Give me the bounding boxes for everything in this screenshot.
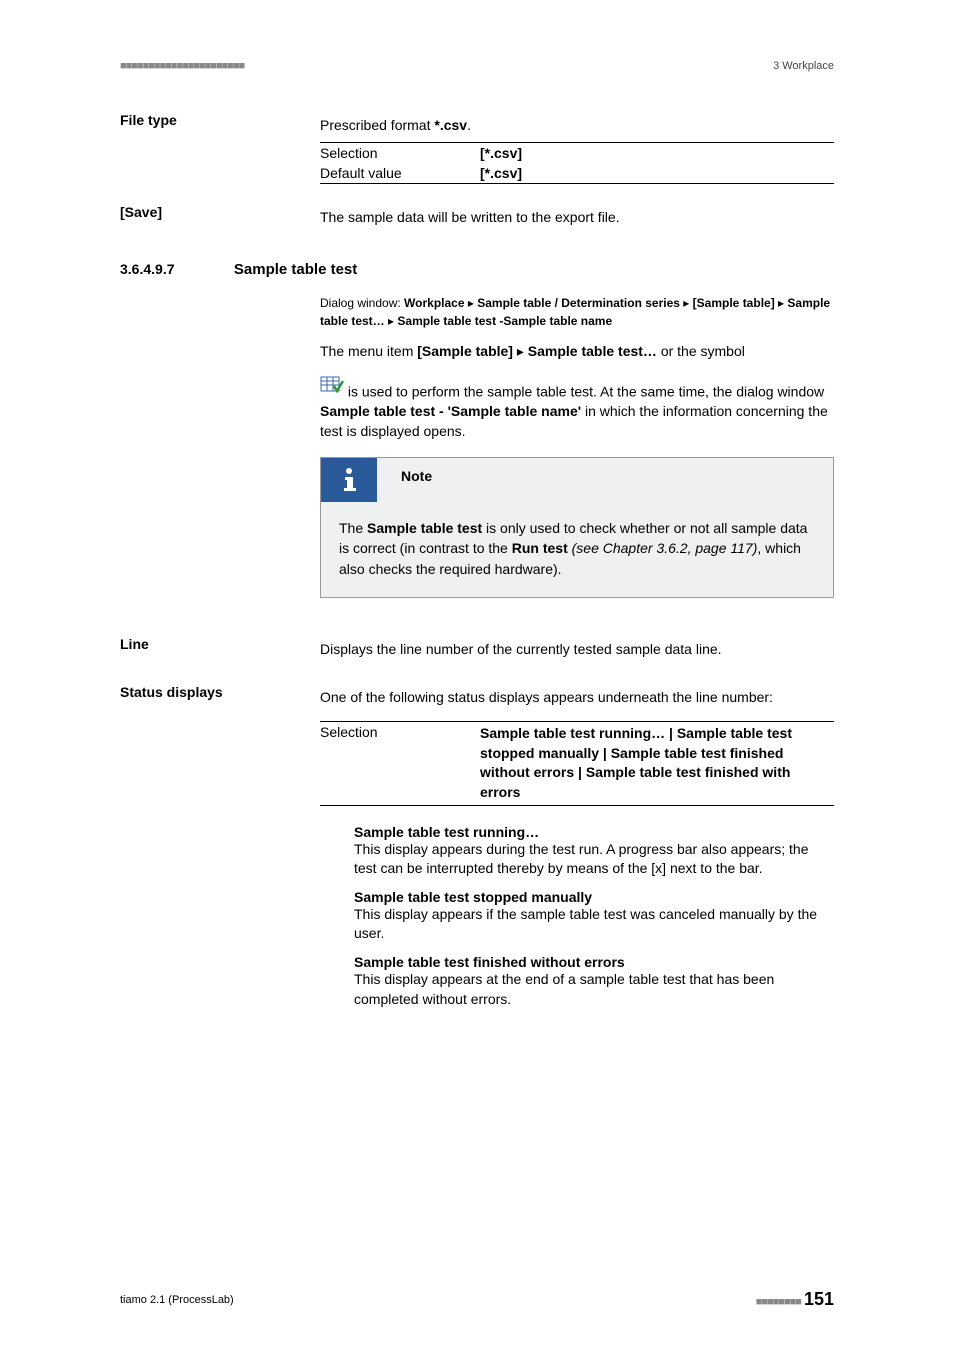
dialog-p1: Workplace (404, 296, 464, 310)
filetype-block: File type Prescribed format *.csv. Selec… (120, 112, 834, 202)
section-body: Dialog window: Workplace ▸ Sample table … (120, 286, 834, 618)
filetype-v1: [*.csv] (480, 165, 834, 181)
filetype-bold: *.csv (434, 117, 467, 133)
table-row: Selection [*.csv] (320, 143, 834, 163)
header-chapter: 3 Workplace (773, 60, 834, 72)
header-rule: ■■■■■■■■■■■■■■■■■■■■■■ (120, 60, 244, 72)
section-heading: 3.6.4.9.7 Sample table test (120, 261, 834, 278)
ml-a: The menu item (320, 343, 417, 359)
note-head: Note (321, 458, 815, 502)
ai-a: is used to perform the sample table test… (344, 383, 824, 399)
nb-d: Run test (512, 540, 568, 556)
ml-c: ▸ (513, 343, 528, 359)
table-row: Default value [*.csv] (320, 163, 834, 183)
note-box: Note The Sample table test is only used … (320, 457, 834, 598)
filetype-content: Prescribed format *.csv. Selection [*.cs… (320, 112, 834, 202)
dialog-path: Dialog window: Workplace ▸ Sample table … (320, 294, 834, 330)
filetype-label: File type (120, 112, 320, 202)
table-row: Selection Sample table test running… | S… (320, 722, 834, 804)
nb-b: Sample table test (367, 520, 482, 536)
ai-b: Sample table test - 'Sample table name' (320, 403, 581, 419)
line-block: Line Displays the line number of the cur… (120, 636, 834, 674)
status-sel-val: Sample table test running… | Sample tabl… (480, 724, 834, 802)
status-title-1: Sample table test stopped manually (354, 889, 834, 905)
table-check-icon (320, 376, 344, 400)
dialog-p2: Sample table / Determination series (477, 296, 680, 310)
save-text: The sample data will be written to the e… (320, 208, 834, 228)
nb-e: (see Chapter 3.6.2, page 117) (568, 540, 758, 556)
status-item-0: Sample table test running… This display … (354, 824, 834, 879)
status-intro: One of the following status displays app… (320, 688, 834, 708)
note-body: The Sample table test is only used to ch… (339, 518, 815, 579)
filetype-k1: Default value (320, 165, 480, 181)
line-text: Displays the line number of the currentl… (320, 640, 834, 660)
info-icon (321, 458, 377, 502)
save-label: [Save] (120, 204, 320, 242)
save-content: The sample data will be written to the e… (320, 204, 834, 242)
nb-a: The (339, 520, 367, 536)
note-label: Note (377, 458, 432, 502)
line-label: Line (120, 636, 320, 674)
filetype-pre: Prescribed format (320, 117, 434, 133)
status-item-1: Sample table test stopped manually This … (354, 889, 834, 944)
dialog-p5: Sample table test -Sample table name (397, 314, 612, 328)
section-number: 3.6.4.9.7 (120, 261, 230, 277)
filetype-table: Selection [*.csv] Default value [*.csv] (320, 142, 834, 184)
status-label: Status displays (120, 684, 320, 1014)
status-desc-1: This display appears if the sample table… (354, 905, 834, 944)
status-desc-2: This display appears at the end of a sam… (354, 970, 834, 1009)
ml-b: [Sample table] (417, 343, 513, 359)
status-title-2: Sample table test finished without error… (354, 954, 834, 970)
menu-line: The menu item [Sample table] ▸ Sample ta… (320, 342, 834, 362)
page-number: 151 (804, 1289, 834, 1309)
status-table: Selection Sample table test running… | S… (320, 721, 834, 805)
status-title-0: Sample table test running… (354, 824, 834, 840)
after-icon-para: is used to perform the sample table test… (320, 376, 834, 441)
ml-d: Sample table test… (528, 343, 657, 359)
dialog-pre: Dialog window: (320, 296, 404, 310)
page: ■■■■■■■■■■■■■■■■■■■■■■ 3 Workplace File … (0, 0, 954, 1350)
section-title: Sample table test (234, 261, 357, 278)
footer-left: tiamo 2.1 (ProcessLab) (120, 1294, 234, 1306)
status-desc-0: This display appears during the test run… (354, 840, 834, 879)
dialog-p3: [Sample table] (693, 296, 775, 310)
ml-e: or the symbol (657, 343, 745, 359)
page-header: ■■■■■■■■■■■■■■■■■■■■■■ 3 Workplace (120, 60, 834, 72)
filetype-k0: Selection (320, 145, 480, 161)
status-sel-key: Selection (320, 724, 480, 802)
status-block: Status displays One of the following sta… (120, 684, 834, 1014)
page-footer: tiamo 2.1 (ProcessLab) ■■■■■■■■ 151 (120, 1289, 834, 1310)
status-item-2: Sample table test finished without error… (354, 954, 834, 1009)
save-block: [Save] The sample data will be written t… (120, 204, 834, 242)
footer-right: ■■■■■■■■ 151 (756, 1289, 834, 1310)
footer-rule: ■■■■■■■■ (756, 1296, 801, 1308)
filetype-v0: [*.csv] (480, 145, 834, 161)
filetype-post: . (467, 117, 471, 133)
